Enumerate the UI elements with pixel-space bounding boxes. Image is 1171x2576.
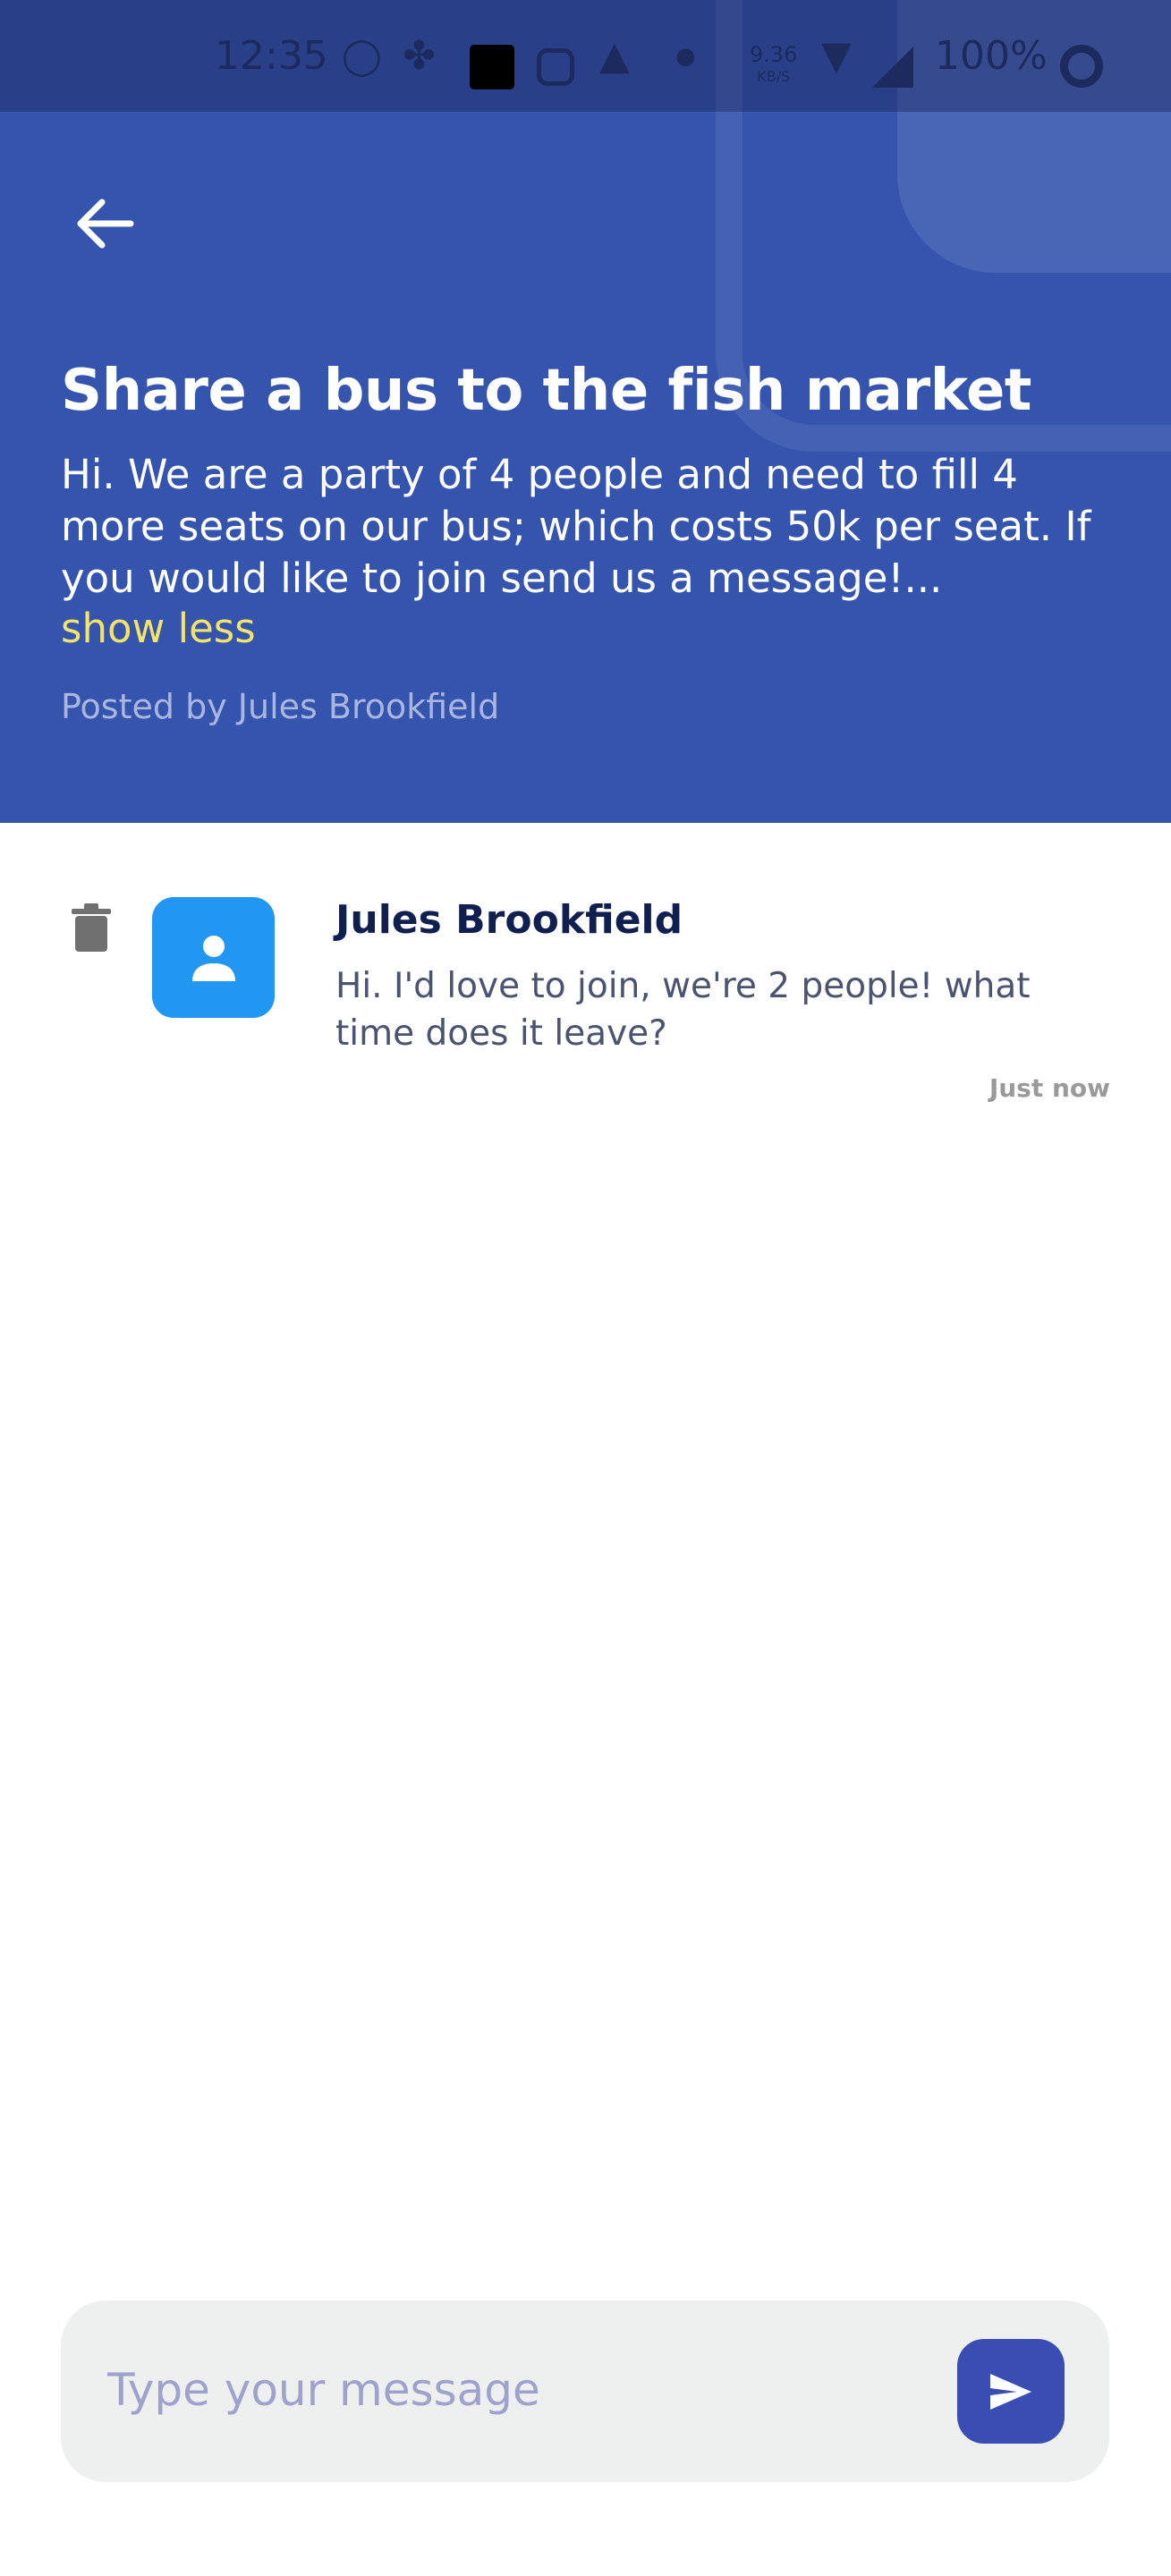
- posted-by: Posted by Jules Brookfield: [61, 687, 500, 726]
- net-speed-unit: KB/S: [757, 68, 791, 85]
- notification-icon: ▲: [599, 33, 630, 79]
- message-author: Jules Brookfield: [335, 897, 683, 943]
- post-header: 12:35 ◯ ✤ ▲ ● 9.36 KB/S ▼ 100% Share a bu…: [0, 0, 1171, 823]
- status-time: 12:35: [215, 33, 328, 79]
- signal-icon: [872, 47, 913, 88]
- avatar: [152, 897, 275, 1018]
- page-title: Share a bus to the fish market: [61, 358, 1032, 424]
- back-arrow-icon[interactable]: [72, 197, 134, 250]
- network-speed: 9.36 KB/S: [750, 42, 798, 87]
- show-less-link[interactable]: show less: [61, 605, 256, 652]
- battery-icon: [1060, 45, 1103, 88]
- status-bar: 12:35 ◯ ✤ ▲ ● 9.36 KB/S ▼ 100%: [0, 0, 1171, 112]
- pinwheel-icon: ✤: [403, 33, 436, 79]
- message-text: Hi. I'd love to join, we're 2 people! wh…: [335, 966, 1031, 1054]
- whatsapp-icon: ◯: [342, 35, 382, 77]
- message-composer: [61, 2301, 1109, 2482]
- post-description: Hi. We are a party of 4 people and need …: [61, 451, 1091, 602]
- net-speed-value: 9.36: [750, 42, 798, 67]
- message-input[interactable]: [107, 2345, 912, 2435]
- message-time: Just now: [989, 1073, 1110, 1103]
- person-icon: [191, 935, 235, 981]
- send-icon: [990, 2373, 1031, 2410]
- wifi-icon: ▼: [821, 33, 852, 79]
- send-button[interactable]: [957, 2339, 1065, 2444]
- trash-icon[interactable]: [72, 903, 111, 952]
- battery-text: 100%: [935, 33, 1048, 79]
- dot-icon: ●: [675, 42, 696, 70]
- instagram-icon: [537, 48, 574, 86]
- app-icon: [470, 45, 514, 89]
